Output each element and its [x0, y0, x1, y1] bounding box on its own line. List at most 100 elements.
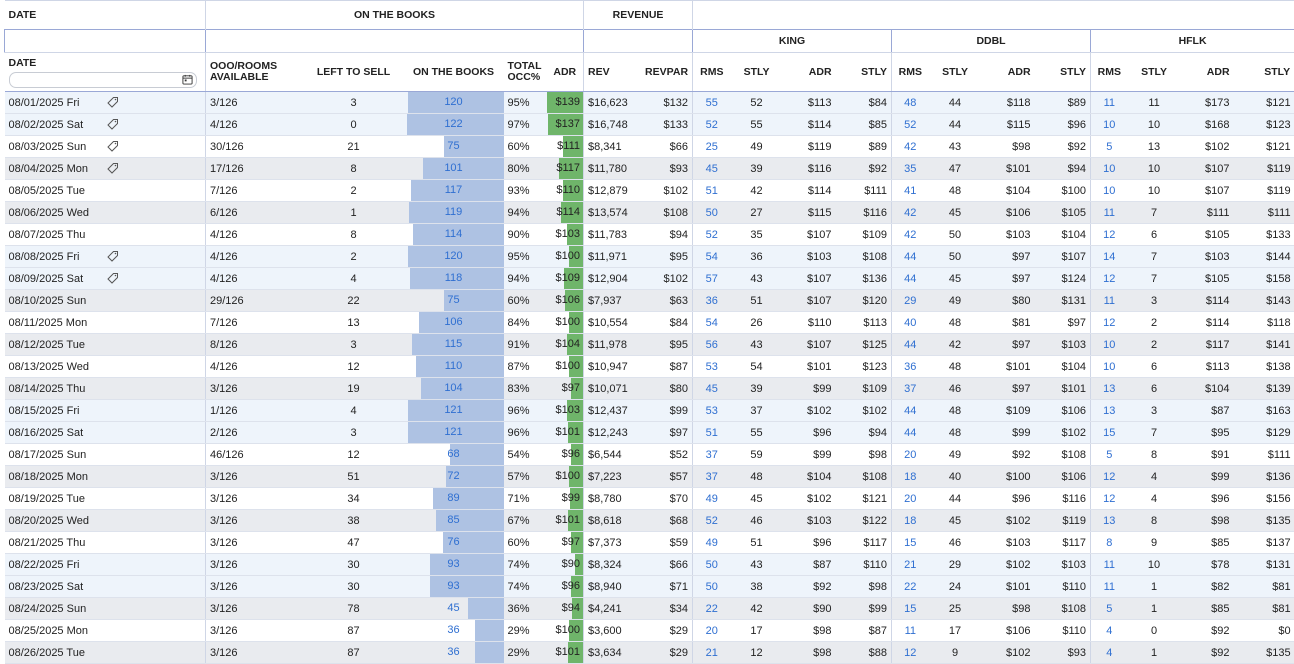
table-row[interactable]: 08/20/2025 Wed3/126388567%$101$8,618$685…	[5, 510, 1294, 532]
on-the-books-cell[interactable]: 115	[404, 334, 504, 356]
on-the-books-cell[interactable]: 122	[404, 114, 504, 136]
otb-value[interactable]: 121	[404, 422, 504, 443]
table-row[interactable]: 08/08/2025 Fri4/126212095%$100$11,971$95…	[5, 246, 1294, 268]
date-cell[interactable]: 08/11/2025 Mon	[5, 312, 206, 334]
king-rms-cell[interactable]: 55	[693, 92, 731, 114]
date-cell[interactable]: 08/16/2025 Sat	[5, 422, 206, 444]
col-rev[interactable]: REV	[584, 53, 636, 92]
ddbl-rms-cell[interactable]: 20	[892, 444, 929, 466]
col-ddbl-rms[interactable]: RMS	[892, 53, 929, 92]
otb-value[interactable]: 85	[404, 510, 504, 531]
king-rms-cell[interactable]: 51	[693, 180, 731, 202]
on-the-books-cell[interactable]: 120	[404, 246, 504, 268]
date-cell[interactable]: 08/25/2025 Mon	[5, 620, 206, 642]
date-cell[interactable]: 08/15/2025 Fri	[5, 400, 206, 422]
ddbl-rms-cell[interactable]: 36	[892, 356, 929, 378]
on-the-books-cell[interactable]: 121	[404, 422, 504, 444]
table-row[interactable]: 08/13/2025 Wed4/1261211087%$100$10,947$8…	[5, 356, 1294, 378]
hflk-rms-cell[interactable]: 4	[1091, 620, 1128, 642]
king-rms-cell[interactable]: 25	[693, 136, 731, 158]
on-the-books-cell[interactable]: 106	[404, 312, 504, 334]
col-king-stly[interactable]: STLY	[731, 53, 783, 92]
table-row[interactable]: 08/23/2025 Sat3/126309374%$96$8,940$7150…	[5, 576, 1294, 598]
king-rms-cell[interactable]: 20	[693, 620, 731, 642]
on-the-books-cell[interactable]: 118	[404, 268, 504, 290]
col-left-to-sell[interactable]: LEFT TO SELL	[304, 53, 404, 92]
hflk-rms-cell[interactable]: 4	[1091, 642, 1128, 664]
on-the-books-cell[interactable]: 117	[404, 180, 504, 202]
tag-icon[interactable]	[107, 272, 119, 284]
table-row[interactable]: 08/03/2025 Sun30/126217560%$111$8,341$66…	[5, 136, 1294, 158]
king-rms-cell[interactable]: 56	[693, 334, 731, 356]
king-rms-cell[interactable]: 50	[693, 576, 731, 598]
date-filter-input[interactable]	[9, 72, 197, 88]
otb-value[interactable]: 101	[404, 158, 504, 179]
ddbl-rms-cell[interactable]: 18	[892, 466, 929, 488]
king-rms-cell[interactable]: 53	[693, 356, 731, 378]
otb-value[interactable]: 120	[404, 92, 504, 113]
table-row[interactable]: 08/07/2025 Thu4/126811490%$103$11,783$94…	[5, 224, 1294, 246]
ddbl-rms-cell[interactable]: 37	[892, 378, 929, 400]
date-cell[interactable]: 08/17/2025 Sun	[5, 444, 206, 466]
col-hflk-adr[interactable]: ADR	[1181, 53, 1234, 92]
king-rms-cell[interactable]: 45	[693, 378, 731, 400]
on-the-books-cell[interactable]: 85	[404, 510, 504, 532]
on-the-books-cell[interactable]: 89	[404, 488, 504, 510]
col-ddbl-adr[interactable]: ADR	[982, 53, 1035, 92]
table-row[interactable]: 08/10/2025 Sun29/126227560%$106$7,937$63…	[5, 290, 1294, 312]
date-cell[interactable]: 08/24/2025 Sun	[5, 598, 206, 620]
hflk-rms-cell[interactable]: 12	[1091, 312, 1128, 334]
date-cell[interactable]: 08/10/2025 Sun	[5, 290, 206, 312]
on-the-books-cell[interactable]: 36	[404, 642, 504, 664]
col-ddbl-stly-adr[interactable]: STLY	[1035, 53, 1091, 92]
date-cell[interactable]: 08/26/2025 Tue	[5, 642, 206, 664]
table-row[interactable]: 08/09/2025 Sat4/126411894%$109$12,904$10…	[5, 268, 1294, 290]
table-row[interactable]: 08/15/2025 Fri1/126412196%$103$12,437$99…	[5, 400, 1294, 422]
otb-value[interactable]: 68	[404, 444, 504, 465]
otb-value[interactable]: 93	[404, 576, 504, 597]
on-the-books-cell[interactable]: 121	[404, 400, 504, 422]
col-hflk-stly-adr[interactable]: STLY	[1234, 53, 1294, 92]
otb-value[interactable]: 119	[404, 202, 504, 223]
hflk-rms-cell[interactable]: 10	[1091, 158, 1128, 180]
otb-value[interactable]: 122	[404, 114, 504, 135]
ddbl-rms-cell[interactable]: 22	[892, 576, 929, 598]
date-cell[interactable]: 08/22/2025 Fri	[5, 554, 206, 576]
ddbl-rms-cell[interactable]: 20	[892, 488, 929, 510]
hflk-rms-cell[interactable]: 11	[1091, 92, 1128, 114]
date-cell[interactable]: 08/09/2025 Sat	[5, 268, 206, 290]
hflk-rms-cell[interactable]: 13	[1091, 400, 1128, 422]
date-cell[interactable]: 08/14/2025 Thu	[5, 378, 206, 400]
hflk-rms-cell[interactable]: 10	[1091, 356, 1128, 378]
king-rms-cell[interactable]: 37	[693, 444, 731, 466]
king-rms-cell[interactable]: 50	[693, 202, 731, 224]
hflk-rms-cell[interactable]: 13	[1091, 378, 1128, 400]
king-rms-cell[interactable]: 52	[693, 510, 731, 532]
date-cell[interactable]: 08/04/2025 Mon	[5, 158, 206, 180]
hflk-rms-cell[interactable]: 8	[1091, 532, 1128, 554]
table-row[interactable]: 08/17/2025 Sun46/126126854%$96$6,544$523…	[5, 444, 1294, 466]
col-ddbl-stly[interactable]: STLY	[929, 53, 982, 92]
otb-value[interactable]: 36	[404, 642, 504, 663]
date-cell[interactable]: 08/20/2025 Wed	[5, 510, 206, 532]
ddbl-rms-cell[interactable]: 44	[892, 422, 929, 444]
table-row[interactable]: 08/14/2025 Thu3/1261910483%$97$10,071$80…	[5, 378, 1294, 400]
date-cell[interactable]: 08/02/2025 Sat	[5, 114, 206, 136]
col-revpar[interactable]: REVPAR	[636, 53, 693, 92]
col-total-occ[interactable]: TOTAL OCC%	[504, 53, 547, 92]
hflk-rms-cell[interactable]: 10	[1091, 180, 1128, 202]
otb-value[interactable]: 104	[404, 378, 504, 399]
ddbl-rms-cell[interactable]: 40	[892, 312, 929, 334]
on-the-books-cell[interactable]: 45	[404, 598, 504, 620]
hflk-rms-cell[interactable]: 5	[1091, 136, 1128, 158]
otb-value[interactable]: 75	[404, 136, 504, 157]
table-row[interactable]: 08/19/2025 Tue3/126348971%$99$8,780$7049…	[5, 488, 1294, 510]
king-rms-cell[interactable]: 54	[693, 312, 731, 334]
hflk-rms-cell[interactable]: 14	[1091, 246, 1128, 268]
on-the-books-cell[interactable]: 75	[404, 290, 504, 312]
date-cell[interactable]: 08/07/2025 Thu	[5, 224, 206, 246]
col-king-stly-adr[interactable]: STLY	[836, 53, 892, 92]
hflk-rms-cell[interactable]: 5	[1091, 598, 1128, 620]
ddbl-rms-cell[interactable]: 18	[892, 510, 929, 532]
col-hflk-stly[interactable]: STLY	[1128, 53, 1181, 92]
